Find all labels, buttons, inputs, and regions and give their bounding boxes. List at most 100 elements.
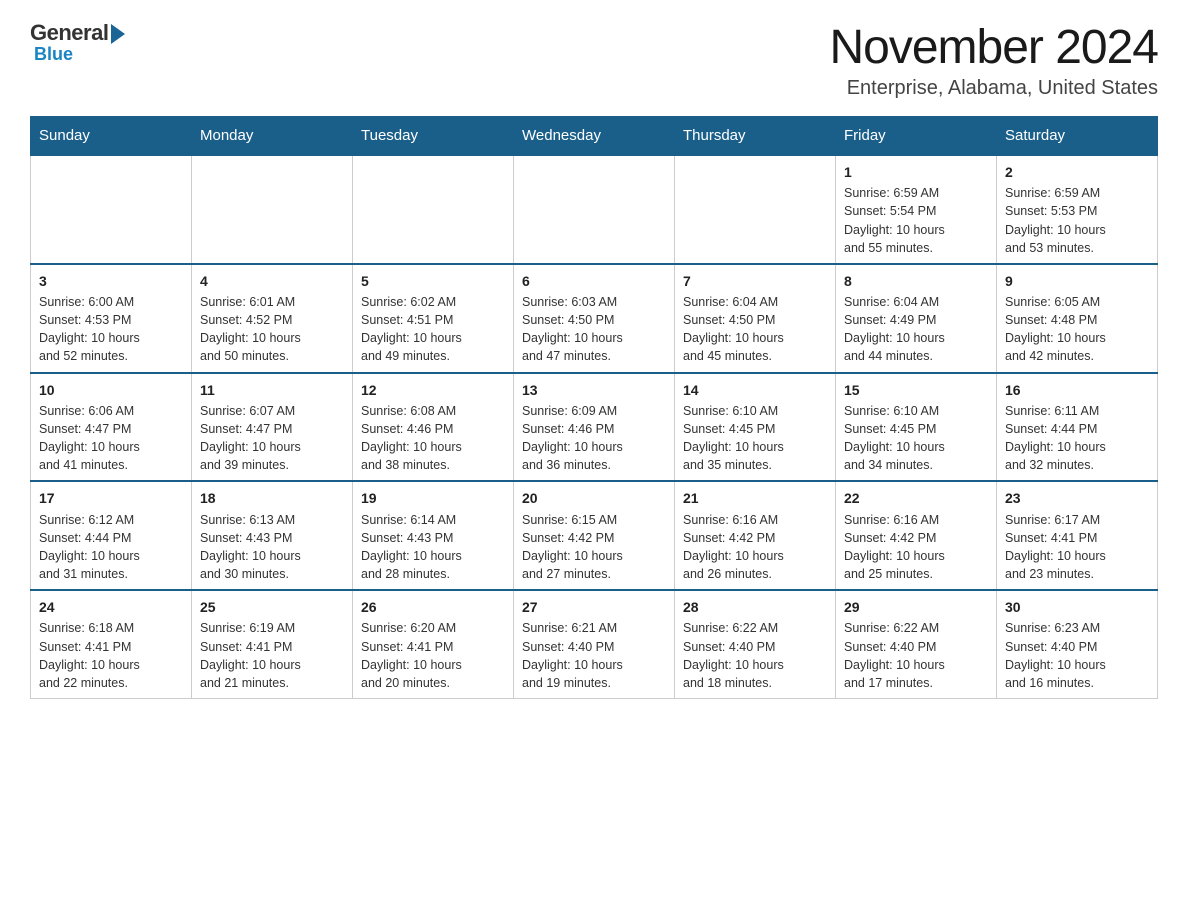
day-number: 24 [39,597,183,617]
day-info: Sunrise: 6:02 AM Sunset: 4:51 PM Dayligh… [361,293,505,366]
day-number: 29 [844,597,988,617]
day-info: Sunrise: 6:10 AM Sunset: 4:45 PM Dayligh… [683,402,827,475]
day-number: 14 [683,380,827,400]
day-info: Sunrise: 6:18 AM Sunset: 4:41 PM Dayligh… [39,619,183,692]
calendar-cell: 30Sunrise: 6:23 AM Sunset: 4:40 PM Dayli… [997,590,1158,698]
day-number: 23 [1005,488,1149,508]
day-info: Sunrise: 6:16 AM Sunset: 4:42 PM Dayligh… [683,511,827,584]
day-info: Sunrise: 6:17 AM Sunset: 4:41 PM Dayligh… [1005,511,1149,584]
day-number: 9 [1005,271,1149,291]
day-number: 13 [522,380,666,400]
day-info: Sunrise: 6:08 AM Sunset: 4:46 PM Dayligh… [361,402,505,475]
day-info: Sunrise: 6:22 AM Sunset: 4:40 PM Dayligh… [844,619,988,692]
calendar-cell [353,155,514,264]
title-block: November 2024 Enterprise, Alabama, Unite… [829,20,1158,100]
day-number: 6 [522,271,666,291]
logo-arrow-icon [111,24,125,44]
day-number: 7 [683,271,827,291]
calendar-week-row-2: 3Sunrise: 6:00 AM Sunset: 4:53 PM Daylig… [31,264,1158,373]
day-info: Sunrise: 6:15 AM Sunset: 4:42 PM Dayligh… [522,511,666,584]
calendar-cell: 1Sunrise: 6:59 AM Sunset: 5:54 PM Daylig… [836,155,997,264]
calendar-cell: 19 Sunrise: 6:14 AM Sunset: 4:43 PM Dayli… [353,481,514,590]
day-info: Sunrise: 6:05 AM Sunset: 4:48 PM Dayligh… [1005,293,1149,366]
calendar-cell: 28Sunrise: 6:22 AM Sunset: 4:40 PM Dayli… [675,590,836,698]
calendar-cell: 16Sunrise: 6:11 AM Sunset: 4:44 PM Dayli… [997,373,1158,482]
day-info: Sunrise: 6:16 AM Sunset: 4:42 PM Dayligh… [844,511,988,584]
calendar-cell: 20 Sunrise: 6:15 AM Sunset: 4:42 PM Dayli… [514,481,675,590]
calendar-cell: 23 Sunrise: 6:17 AM Sunset: 4:41 PM Dayli… [997,481,1158,590]
day-number: 27 [522,597,666,617]
calendar-cell: 10Sunrise: 6:06 AM Sunset: 4:47 PM Dayli… [31,373,192,482]
day-info: Sunrise: 6:22 AM Sunset: 4:40 PM Dayligh… [683,619,827,692]
calendar-cell: 8Sunrise: 6:04 AM Sunset: 4:49 PM Daylig… [836,264,997,373]
page-title: November 2024 [829,20,1158,75]
calendar-day-header-friday: Friday [836,117,997,156]
calendar-cell: 12Sunrise: 6:08 AM Sunset: 4:46 PM Dayli… [353,373,514,482]
calendar-cell: 24Sunrise: 6:18 AM Sunset: 4:41 PM Dayli… [31,590,192,698]
day-info: Sunrise: 6:10 AM Sunset: 4:45 PM Dayligh… [844,402,988,475]
calendar-week-row-3: 10Sunrise: 6:06 AM Sunset: 4:47 PM Dayli… [31,373,1158,482]
day-number: 26 [361,597,505,617]
day-number: 30 [1005,597,1149,617]
page-subtitle: Enterprise, Alabama, United States [829,77,1158,100]
calendar-cell: 15Sunrise: 6:10 AM Sunset: 4:45 PM Dayli… [836,373,997,482]
calendar-cell [514,155,675,264]
day-number: 11 [200,380,344,400]
calendar-cell: 6Sunrise: 6:03 AM Sunset: 4:50 PM Daylig… [514,264,675,373]
day-number: 3 [39,271,183,291]
day-number: 15 [844,380,988,400]
calendar-cell: 17 Sunrise: 6:12 AM Sunset: 4:44 PM Dayli… [31,481,192,590]
calendar-cell: 9Sunrise: 6:05 AM Sunset: 4:48 PM Daylig… [997,264,1158,373]
day-number: 5 [361,271,505,291]
calendar-cell: 13Sunrise: 6:09 AM Sunset: 4:46 PM Dayli… [514,373,675,482]
day-info: Sunrise: 6:04 AM Sunset: 4:50 PM Dayligh… [683,293,827,366]
calendar-cell [675,155,836,264]
logo: General Blue [30,20,125,65]
day-number: 16 [1005,380,1149,400]
calendar-header-row: SundayMondayTuesdayWednesdayThursdayFrid… [31,117,1158,156]
day-info: Sunrise: 6:12 AM Sunset: 4:44 PM Dayligh… [39,511,183,584]
calendar-cell [31,155,192,264]
day-info: Sunrise: 6:07 AM Sunset: 4:47 PM Dayligh… [200,402,344,475]
calendar-week-row-4: 17 Sunrise: 6:12 AM Sunset: 4:44 PM Dayli… [31,481,1158,590]
calendar-cell: 29Sunrise: 6:22 AM Sunset: 4:40 PM Dayli… [836,590,997,698]
calendar-cell: 18 Sunrise: 6:13 AM Sunset: 4:43 PM Dayli… [192,481,353,590]
calendar-day-header-monday: Monday [192,117,353,156]
day-number: 19 [361,488,505,508]
calendar-cell: 14Sunrise: 6:10 AM Sunset: 4:45 PM Dayli… [675,373,836,482]
day-info: Sunrise: 6:59 AM Sunset: 5:54 PM Dayligh… [844,184,988,257]
day-number: 20 [522,488,666,508]
calendar-cell: 4Sunrise: 6:01 AM Sunset: 4:52 PM Daylig… [192,264,353,373]
day-info: Sunrise: 6:19 AM Sunset: 4:41 PM Dayligh… [200,619,344,692]
calendar-cell: 26Sunrise: 6:20 AM Sunset: 4:41 PM Dayli… [353,590,514,698]
day-info: Sunrise: 6:11 AM Sunset: 4:44 PM Dayligh… [1005,402,1149,475]
calendar-week-row-5: 24Sunrise: 6:18 AM Sunset: 4:41 PM Dayli… [31,590,1158,698]
calendar-cell: 21 Sunrise: 6:16 AM Sunset: 4:42 PM Dayli… [675,481,836,590]
day-number: 28 [683,597,827,617]
day-number: 2 [1005,162,1149,182]
day-number: 12 [361,380,505,400]
day-info: Sunrise: 6:13 AM Sunset: 4:43 PM Dayligh… [200,511,344,584]
day-info: Sunrise: 6:09 AM Sunset: 4:46 PM Dayligh… [522,402,666,475]
calendar-cell: 25Sunrise: 6:19 AM Sunset: 4:41 PM Dayli… [192,590,353,698]
day-number: 4 [200,271,344,291]
calendar-cell: 27Sunrise: 6:21 AM Sunset: 4:40 PM Dayli… [514,590,675,698]
day-info: Sunrise: 6:03 AM Sunset: 4:50 PM Dayligh… [522,293,666,366]
calendar-day-header-wednesday: Wednesday [514,117,675,156]
calendar-cell: 3Sunrise: 6:00 AM Sunset: 4:53 PM Daylig… [31,264,192,373]
calendar-cell: 2Sunrise: 6:59 AM Sunset: 5:53 PM Daylig… [997,155,1158,264]
calendar-cell: 5Sunrise: 6:02 AM Sunset: 4:51 PM Daylig… [353,264,514,373]
day-info: Sunrise: 6:20 AM Sunset: 4:41 PM Dayligh… [361,619,505,692]
day-number: 21 [683,488,827,508]
day-number: 10 [39,380,183,400]
day-info: Sunrise: 6:14 AM Sunset: 4:43 PM Dayligh… [361,511,505,584]
page-header: General Blue November 2024 Enterprise, A… [30,20,1158,100]
calendar-day-header-thursday: Thursday [675,117,836,156]
day-number: 1 [844,162,988,182]
day-number: 22 [844,488,988,508]
day-number: 18 [200,488,344,508]
day-info: Sunrise: 6:59 AM Sunset: 5:53 PM Dayligh… [1005,184,1149,257]
day-number: 17 [39,488,183,508]
calendar-day-header-tuesday: Tuesday [353,117,514,156]
day-number: 25 [200,597,344,617]
